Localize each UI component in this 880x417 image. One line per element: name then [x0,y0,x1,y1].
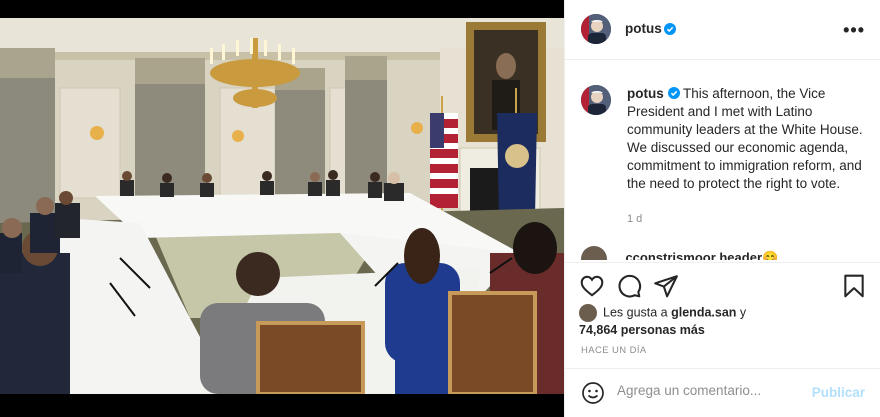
meeting-photo [0,18,564,394]
add-comment-bar: Publicar [565,368,880,417]
post-caption: potus This afternoon, the Vice President… [627,85,867,193]
verified-badge-icon [667,87,680,99]
likes-others: personas más [620,323,705,337]
avatar-portrait [581,14,611,44]
likes-suffix: y [739,305,747,320]
comment-icon[interactable] [616,273,642,299]
liker-avatar[interactable] [579,304,597,322]
author-username[interactable]: potus [625,21,662,36]
likes-count: 74,864 [579,323,618,337]
heart-icon[interactable] [579,273,605,299]
commenter-avatar[interactable] [581,246,607,260]
post-sidebar: potus ••• potus This afternoon, the Vice… [564,0,880,417]
post-media [0,0,564,417]
post-photo[interactable] [0,18,564,394]
comment-preview: cconstrismoor header😊 [581,246,880,260]
verified-badge-icon [664,23,676,35]
post-header: potus ••• [565,0,880,60]
share-icon[interactable] [653,273,679,299]
likes-prefix: Les gusta a [603,305,668,320]
post-timestamp[interactable]: HACE UN DÍA [581,345,647,356]
liker-username[interactable]: glenda.san [671,305,736,319]
comment-input[interactable] [617,383,807,398]
action-bar [565,262,880,306]
publish-comment-button[interactable]: Publicar [812,385,865,400]
comment-text: cconstrismoor header😊 [625,250,779,260]
caption-username[interactable]: potus [627,86,664,101]
bookmark-icon[interactable] [841,273,867,299]
caption-avatar[interactable] [581,85,611,115]
more-options-icon[interactable]: ••• [843,20,865,41]
author-avatar[interactable] [581,14,611,44]
avatar-portrait [581,85,611,115]
likes-summary: Les gusta a glenda.san y 74,864 personas… [579,304,869,339]
likes-count-line[interactable]: 74,864 personas más [579,322,869,339]
caption-age: 1 d [627,213,643,225]
instagram-post-modal: potus ••• potus This afternoon, the Vice… [0,0,880,417]
emoji-icon[interactable] [581,381,605,405]
caption-text: This afternoon, the Vice President and I… [627,86,863,191]
